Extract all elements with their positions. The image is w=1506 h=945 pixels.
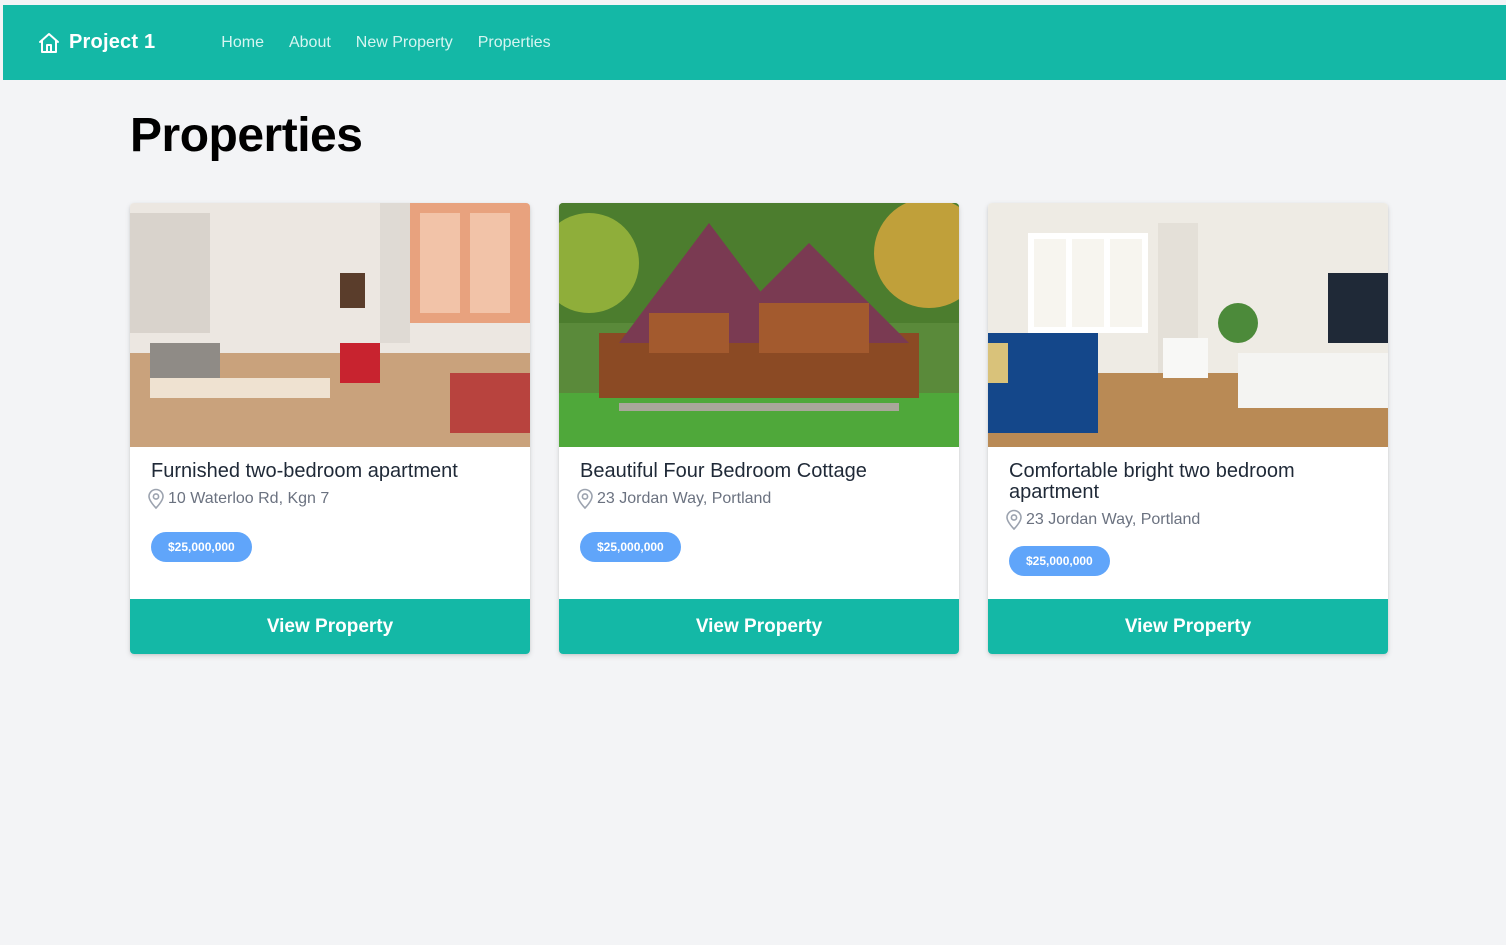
brand[interactable]: Project 1: [37, 31, 155, 55]
nav-links: Home About New Property Properties: [221, 34, 575, 52]
page-title: Properties: [130, 109, 363, 162]
location-pin-icon: [146, 488, 166, 510]
property-image: [130, 203, 530, 447]
price-badge: $25,000,000: [1009, 546, 1110, 576]
property-image: [559, 203, 959, 447]
property-address: 10 Waterloo Rd, Kgn 7: [146, 488, 509, 510]
property-title: Comfortable bright two bedroom apartment: [1009, 460, 1295, 503]
property-title: Beautiful Four Bedroom Cottage: [580, 460, 867, 482]
view-property-button[interactable]: View Property: [988, 599, 1388, 654]
property-address: 23 Jordan Way, Portland: [575, 488, 938, 510]
property-title: Furnished two-bedroom apartment: [151, 460, 458, 482]
address-text: 10 Waterloo Rd, Kgn 7: [168, 490, 330, 507]
app-frame: Project 1 Home About New Property Proper…: [3, 5, 1506, 945]
property-card: Beautiful Four Bedroom Cottage 23 Jordan…: [559, 203, 959, 654]
property-cards: Furnished two-bedroom apartment 10 Water…: [130, 203, 1506, 654]
view-property-button[interactable]: View Property: [130, 599, 530, 654]
view-property-button[interactable]: View Property: [559, 599, 959, 654]
property-card: Comfortable bright two bedroom apartment…: [988, 203, 1388, 654]
address-text: 23 Jordan Way, Portland: [1026, 511, 1201, 528]
location-pin-icon: [575, 488, 595, 510]
home-icon: [37, 31, 61, 55]
navbar: Project 1 Home About New Property Proper…: [3, 5, 1506, 80]
address-text: 23 Jordan Way, Portland: [597, 490, 772, 507]
price-badge: $25,000,000: [151, 532, 252, 562]
nav-link-home[interactable]: Home: [221, 34, 264, 52]
property-address: 23 Jordan Way, Portland: [1004, 509, 1367, 531]
nav-link-about[interactable]: About: [289, 34, 331, 52]
nav-link-properties[interactable]: Properties: [478, 34, 551, 52]
property-card: Furnished two-bedroom apartment 10 Water…: [130, 203, 530, 654]
card-body: Furnished two-bedroom apartment 10 Water…: [130, 447, 530, 562]
nav-link-new-property[interactable]: New Property: [356, 34, 453, 52]
main-content: Properties Furnished two-bedroom apartme…: [3, 112, 1506, 654]
brand-name: Project 1: [69, 31, 156, 53]
card-body: Comfortable bright two bedroom apartment…: [988, 447, 1388, 576]
property-image: [988, 203, 1388, 447]
price-badge: $25,000,000: [580, 532, 681, 562]
location-pin-icon: [1004, 509, 1024, 531]
card-body: Beautiful Four Bedroom Cottage 23 Jordan…: [559, 447, 959, 562]
